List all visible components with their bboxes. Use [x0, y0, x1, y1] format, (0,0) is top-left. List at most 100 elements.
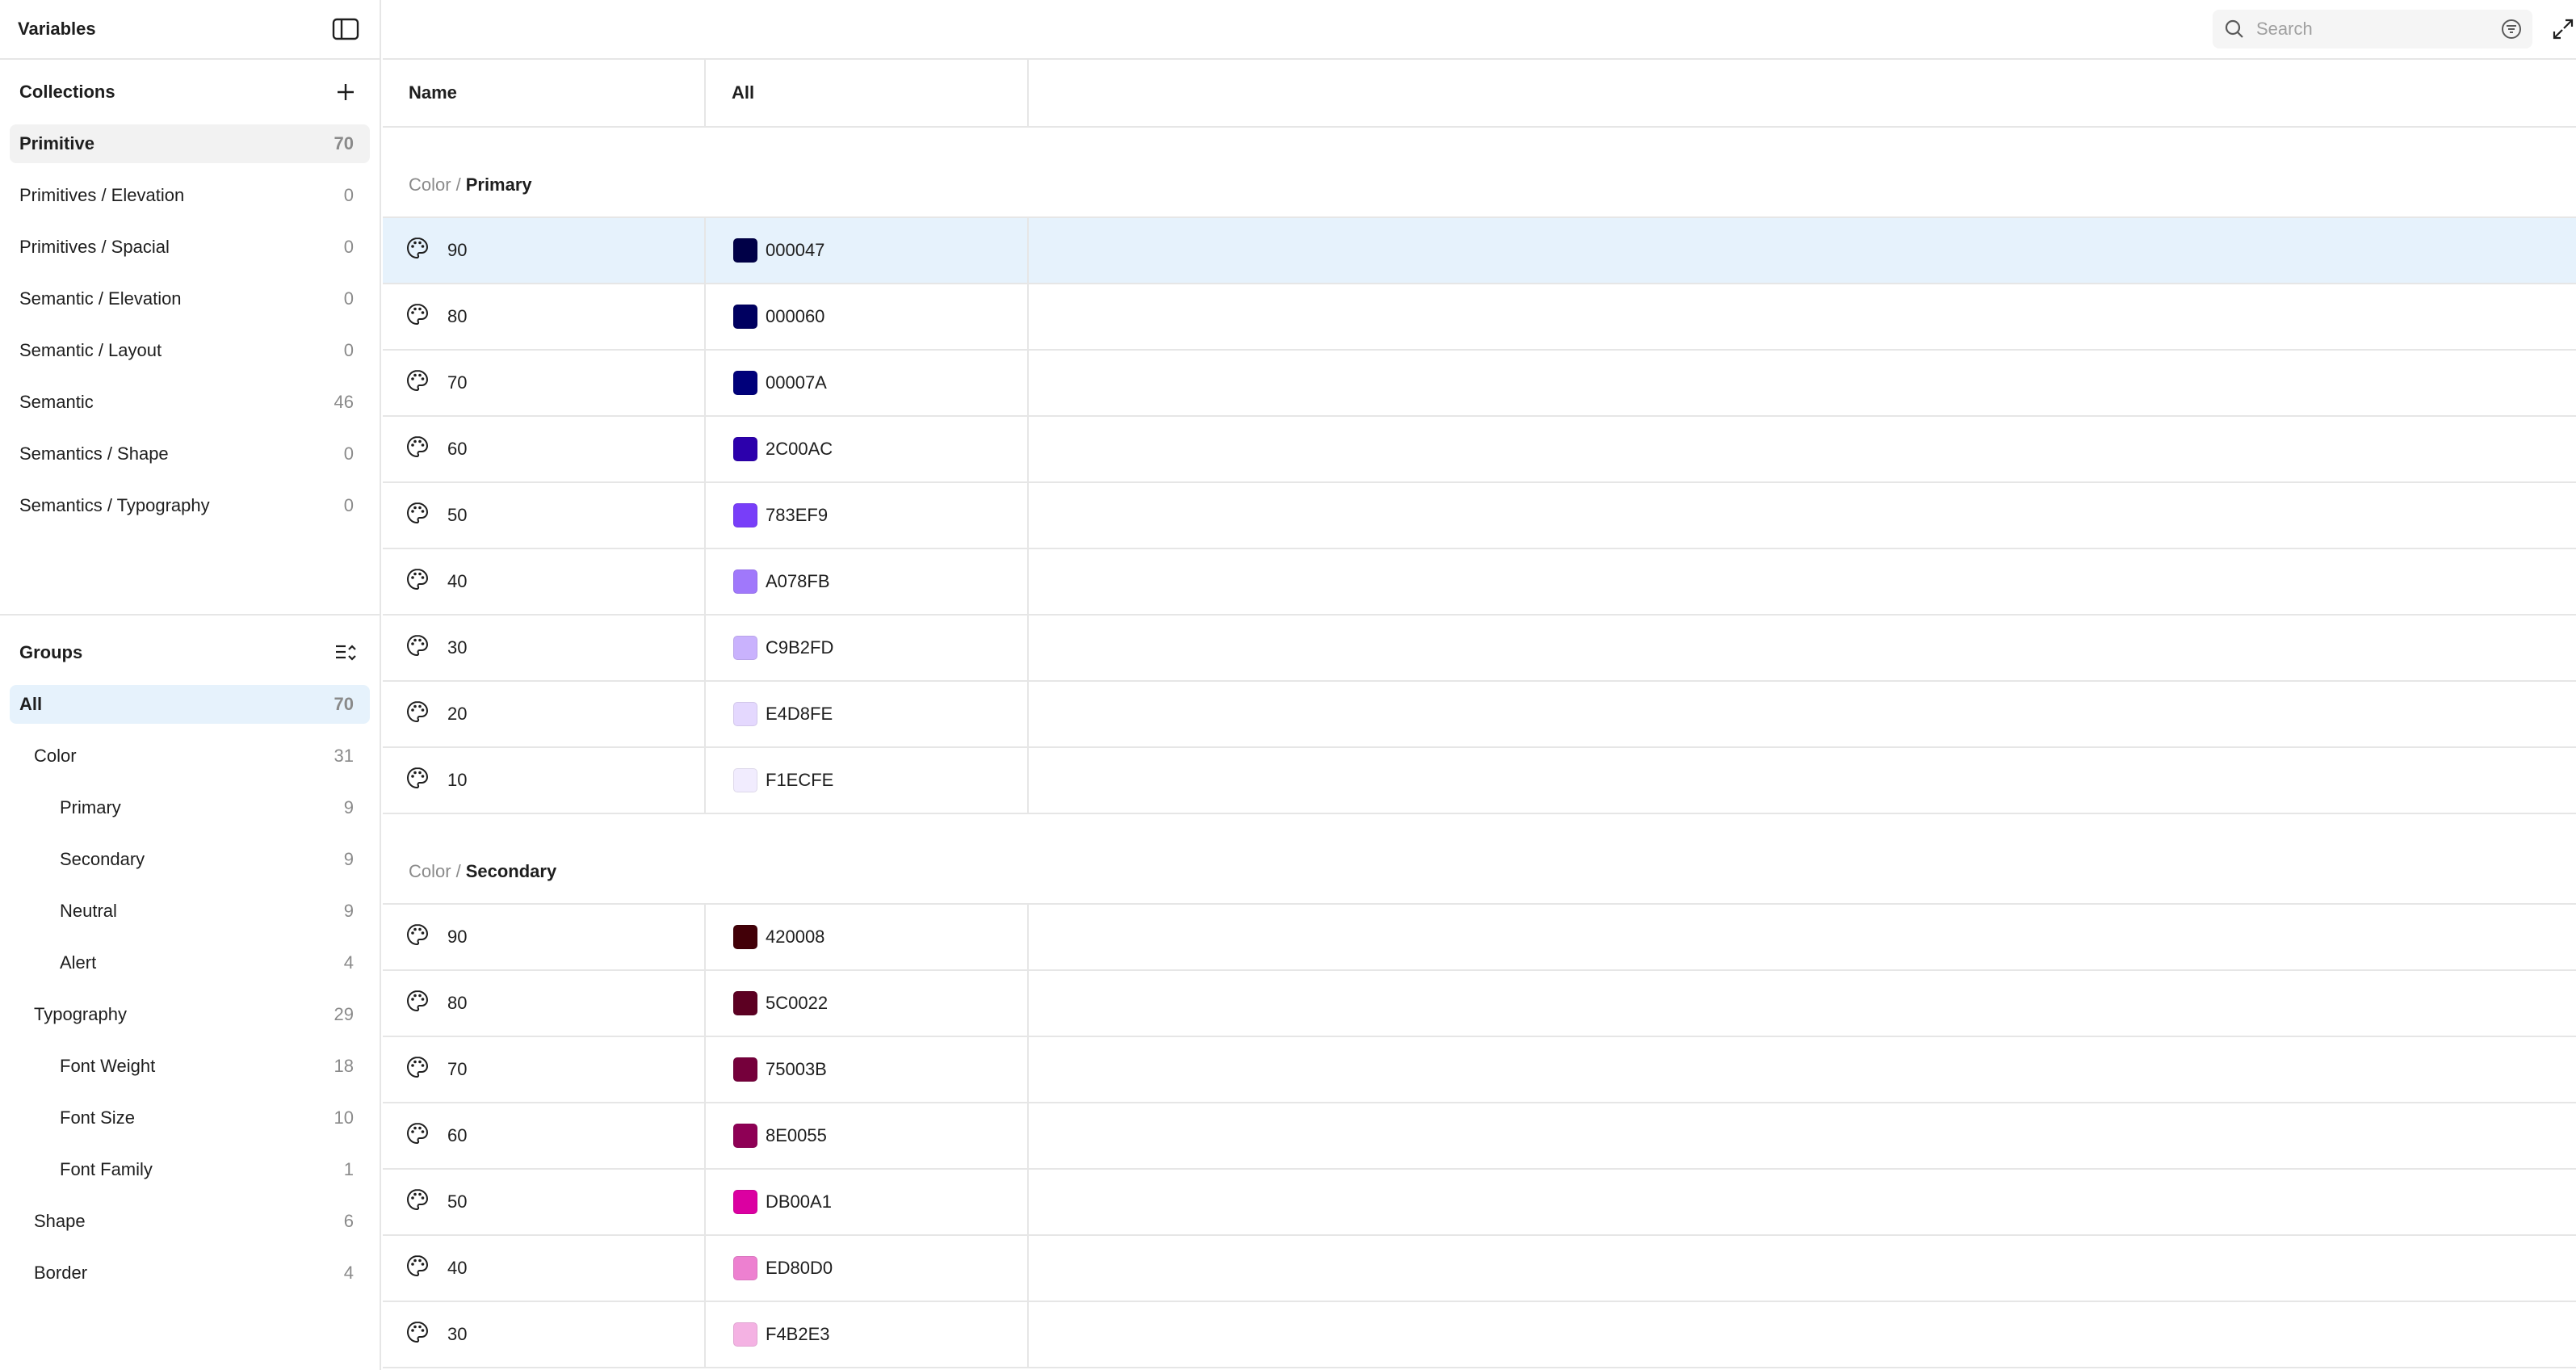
- group-item[interactable]: Secondary 9: [10, 840, 370, 879]
- table-row[interactable]: 80 000060: [383, 284, 2576, 351]
- color-swatch[interactable]: [733, 636, 757, 660]
- table-row[interactable]: 60 2C00AC: [383, 417, 2576, 483]
- filter-icon[interactable]: [2494, 11, 2529, 47]
- variable-name-cell[interactable]: 90: [383, 905, 706, 969]
- variable-value-cell[interactable]: ED80D0: [706, 1236, 1029, 1301]
- table-row[interactable]: 50 DB00A1: [383, 1170, 2576, 1236]
- color-swatch[interactable]: [733, 768, 757, 792]
- color-swatch[interactable]: [733, 1190, 757, 1214]
- color-swatch[interactable]: [733, 371, 757, 395]
- variable-name-cell[interactable]: 70: [383, 351, 706, 415]
- variable-value-cell[interactable]: 5C0022: [706, 971, 1029, 1036]
- table-row[interactable]: 30 F4B2E3: [383, 1302, 2576, 1368]
- variable-value-cell[interactable]: 00007A: [706, 351, 1029, 415]
- group-heading: Color / Secondary: [383, 814, 2576, 905]
- list-item-count: 9: [343, 849, 354, 869]
- collection-item[interactable]: Semantics / Shape 0: [10, 435, 370, 473]
- table-row[interactable]: 40 ED80D0: [383, 1236, 2576, 1302]
- color-swatch[interactable]: [733, 1057, 757, 1082]
- variable-value-cell[interactable]: A078FB: [706, 549, 1029, 614]
- group-item[interactable]: Neutral 9: [10, 892, 370, 931]
- list-item-count: 0: [343, 340, 354, 360]
- variable-name-cell[interactable]: 50: [383, 1170, 706, 1234]
- color-swatch[interactable]: [733, 702, 757, 726]
- palette-icon: [405, 1121, 430, 1150]
- table-row[interactable]: 60 8E0055: [383, 1103, 2576, 1170]
- variable-name-cell[interactable]: 50: [383, 483, 706, 548]
- color-swatch[interactable]: [733, 1124, 757, 1148]
- group-item[interactable]: Shape 6: [10, 1202, 370, 1241]
- search-box[interactable]: [2213, 10, 2532, 48]
- group-item[interactable]: Primary 9: [10, 788, 370, 827]
- variable-value-cell[interactable]: C9B2FD: [706, 616, 1029, 680]
- variable-value-cell[interactable]: 2C00AC: [706, 417, 1029, 481]
- variable-name-cell[interactable]: 60: [383, 1103, 706, 1168]
- variable-value-cell[interactable]: 420008: [706, 905, 1029, 969]
- variable-value-cell[interactable]: F4B2E3: [706, 1302, 1029, 1367]
- group-item[interactable]: Font Weight 18: [10, 1047, 370, 1086]
- variable-name-cell[interactable]: 60: [383, 417, 706, 481]
- color-swatch[interactable]: [733, 925, 757, 949]
- variable-value-cell[interactable]: 75003B: [706, 1037, 1029, 1102]
- group-item[interactable]: Alert 4: [10, 943, 370, 982]
- expand-icon[interactable]: [2547, 13, 2576, 45]
- variable-name-cell[interactable]: 40: [383, 1236, 706, 1301]
- variable-value-cell[interactable]: 000047: [706, 218, 1029, 283]
- variable-name-cell[interactable]: 10: [383, 748, 706, 813]
- collection-item[interactable]: Semantics / Typography 0: [10, 486, 370, 525]
- color-hex-value: ED80D0: [766, 1258, 833, 1278]
- variable-value-cell[interactable]: F1ECFE: [706, 748, 1029, 813]
- collection-item[interactable]: Semantic / Layout 0: [10, 331, 370, 370]
- variable-name-cell[interactable]: 90: [383, 218, 706, 283]
- collapse-groups-icon[interactable]: [329, 637, 362, 669]
- color-swatch[interactable]: [733, 1256, 757, 1280]
- variable-value-cell[interactable]: E4D8FE: [706, 682, 1029, 746]
- table-row[interactable]: 80 5C0022: [383, 971, 2576, 1037]
- toggle-sidebar-icon[interactable]: [329, 13, 362, 45]
- color-swatch[interactable]: [733, 503, 757, 527]
- group-item[interactable]: Typography 29: [10, 995, 370, 1034]
- variable-name-cell[interactable]: 30: [383, 1302, 706, 1367]
- collection-item[interactable]: Primitives / Spacial 0: [10, 228, 370, 267]
- variable-value-cell[interactable]: 000060: [706, 284, 1029, 349]
- table-row[interactable]: 90 000047: [383, 218, 2576, 284]
- variable-value-cell[interactable]: 8E0055: [706, 1103, 1029, 1168]
- variable-value-cell[interactable]: DB00A1: [706, 1170, 1029, 1234]
- collection-item[interactable]: Primitive 70: [10, 124, 370, 163]
- collection-item[interactable]: Semantic / Elevation 0: [10, 279, 370, 318]
- table-row[interactable]: 70 75003B: [383, 1037, 2576, 1103]
- group-item[interactable]: Color 31: [10, 737, 370, 775]
- group-item[interactable]: Font Size 10: [10, 1099, 370, 1137]
- list-item-label: Font Family: [60, 1159, 153, 1179]
- table-row[interactable]: 50 783EF9: [383, 483, 2576, 549]
- column-header-name[interactable]: Name: [383, 60, 706, 126]
- table-row[interactable]: 10 F1ECFE: [383, 748, 2576, 814]
- color-swatch[interactable]: [733, 238, 757, 263]
- group-item[interactable]: Font Family 1: [10, 1150, 370, 1189]
- variable-name-cell[interactable]: 30: [383, 616, 706, 680]
- table-row[interactable]: 40 A078FB: [383, 549, 2576, 616]
- group-heading-name: Secondary: [465, 861, 557, 881]
- color-swatch[interactable]: [733, 437, 757, 461]
- variable-name-cell[interactable]: 80: [383, 284, 706, 349]
- table-row[interactable]: 30 C9B2FD: [383, 616, 2576, 682]
- collection-item[interactable]: Semantic 46: [10, 383, 370, 422]
- variable-name-cell[interactable]: 70: [383, 1037, 706, 1102]
- collection-item[interactable]: Primitives / Elevation 0: [10, 176, 370, 215]
- table-row[interactable]: 20 E4D8FE: [383, 682, 2576, 748]
- add-collection-icon[interactable]: [329, 76, 362, 108]
- variable-name-cell[interactable]: 20: [383, 682, 706, 746]
- group-item[interactable]: All 70: [10, 685, 370, 724]
- color-swatch[interactable]: [733, 1322, 757, 1347]
- color-swatch[interactable]: [733, 569, 757, 594]
- group-item[interactable]: Border 4: [10, 1254, 370, 1292]
- variable-name-cell[interactable]: 80: [383, 971, 706, 1036]
- column-header-mode[interactable]: All: [706, 60, 1029, 126]
- table-row[interactable]: 70 00007A: [383, 351, 2576, 417]
- variable-name-cell[interactable]: 40: [383, 549, 706, 614]
- color-swatch[interactable]: [733, 991, 757, 1015]
- search-input[interactable]: [2256, 19, 2482, 40]
- color-swatch[interactable]: [733, 305, 757, 329]
- variable-value-cell[interactable]: 783EF9: [706, 483, 1029, 548]
- table-row[interactable]: 90 420008: [383, 905, 2576, 971]
